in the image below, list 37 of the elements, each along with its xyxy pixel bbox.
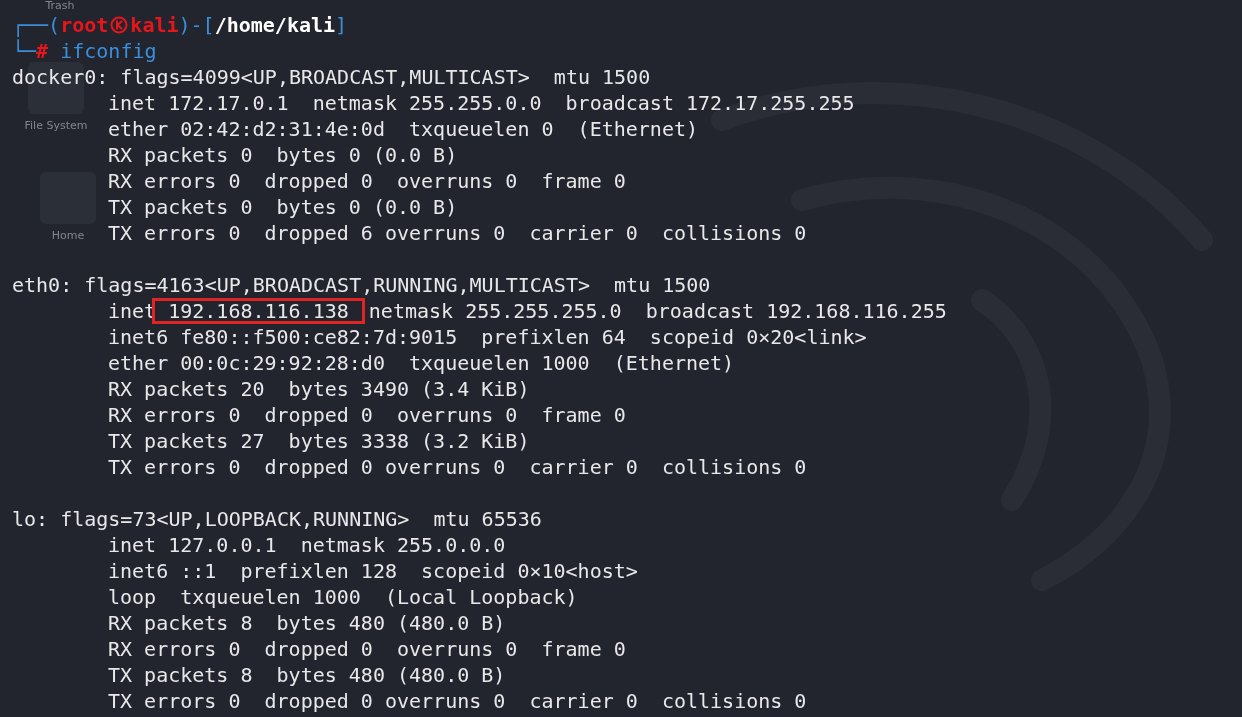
terminal-text: ether 00:0c:29:92:28:d0 txqueuelen 1000 (Ethernet) bbox=[108, 350, 735, 376]
terminal-text: inet6 fe80::f500:ce82:7d:9015 prefixlen 64 scopeid 0×20<link> bbox=[108, 324, 867, 350]
circled-k-icon bbox=[110, 16, 129, 34]
terminal-text: eth0: flags=4163<UP,BROADCAST,RUNNING,MULTICAST> mtu 1500 bbox=[12, 272, 711, 298]
prompt-bracket: ] bbox=[335, 12, 348, 38]
terminal-text: RX errors 0 dropped 0 overruns 0 frame 0 bbox=[108, 402, 626, 428]
terminal-text: TX errors 0 dropped 6 overruns 0 carrier 0 collisions 0 bbox=[108, 220, 807, 246]
terminal-text: TX packets 8 bytes 480 (480.0 B) bbox=[108, 662, 506, 688]
prompt-path: /home/kali bbox=[214, 12, 336, 38]
terminal-text: TX errors 0 dropped 0 overruns 0 carrier 0 collisions 0 bbox=[108, 688, 807, 714]
terminal-text: lo: flags=73<UP,LOOPBACK,RUNNING> mtu 65536 bbox=[12, 506, 542, 532]
terminal-text: inet 127.0.0.1 netmask 255.0.0.0 bbox=[108, 532, 506, 558]
prompt-host: kali bbox=[130, 12, 179, 38]
terminal-text: inet6 ::1 prefixlen 128 scopeid 0×10<host> bbox=[108, 558, 638, 584]
highlighted-text: 192.168.116.138 bbox=[152, 298, 365, 324]
desktop-icon-label[interactable]: Trash bbox=[45, 0, 75, 12]
terminal-text: RX packets 8 bytes 480 (480.0 B) bbox=[108, 610, 506, 636]
prompt-bracket: )-[ bbox=[178, 12, 215, 38]
terminal-text: ether 02:42:d2:31:4e:0d txqueuelen 0 (Ethernet) bbox=[108, 116, 698, 142]
terminal-text: docker0: flags=4099<UP,BROADCAST,MULTICAST> mtu 1500 bbox=[12, 64, 651, 90]
desktop-icon-label[interactable]: File System bbox=[24, 120, 88, 132]
terminal-text: RX packets 20 bytes 3490 (3.4 KiB) bbox=[108, 376, 530, 402]
desktop-icon-label[interactable]: Home bbox=[51, 230, 85, 242]
terminal-text: RX errors 0 dropped 0 overruns 0 frame 0 bbox=[108, 636, 626, 662]
terminal-text: inet 172.17.0.1 netmask 255.255.0.0 broadcast 172.17.255.255 bbox=[108, 90, 855, 116]
prompt-symbol: # bbox=[36, 38, 49, 64]
prompt-user: root bbox=[60, 12, 109, 38]
terminal-text: TX packets 0 bytes 0 (0.0 B) bbox=[108, 194, 458, 220]
terminal-text: RX errors 0 dropped 0 overruns 0 frame 0 bbox=[108, 168, 626, 194]
command-text: ifconfig bbox=[60, 38, 157, 64]
terminal-text: loop txqueuelen 1000 (Local Loopback) bbox=[108, 584, 578, 610]
terminal-text: TX packets 27 bytes 3338 (3.2 KiB) bbox=[108, 428, 530, 454]
prompt-corner: ┌──( bbox=[12, 12, 61, 38]
terminal-text: TX errors 0 dropped 0 overruns 0 carrier 0 collisions 0 bbox=[108, 454, 807, 480]
prompt-corner: └─ bbox=[12, 38, 37, 64]
terminal-text: RX packets 0 bytes 0 (0.0 B) bbox=[108, 142, 458, 168]
terminal-text: netmask 255.255.255.0 broadcast 192.168.116.255 bbox=[368, 298, 947, 324]
